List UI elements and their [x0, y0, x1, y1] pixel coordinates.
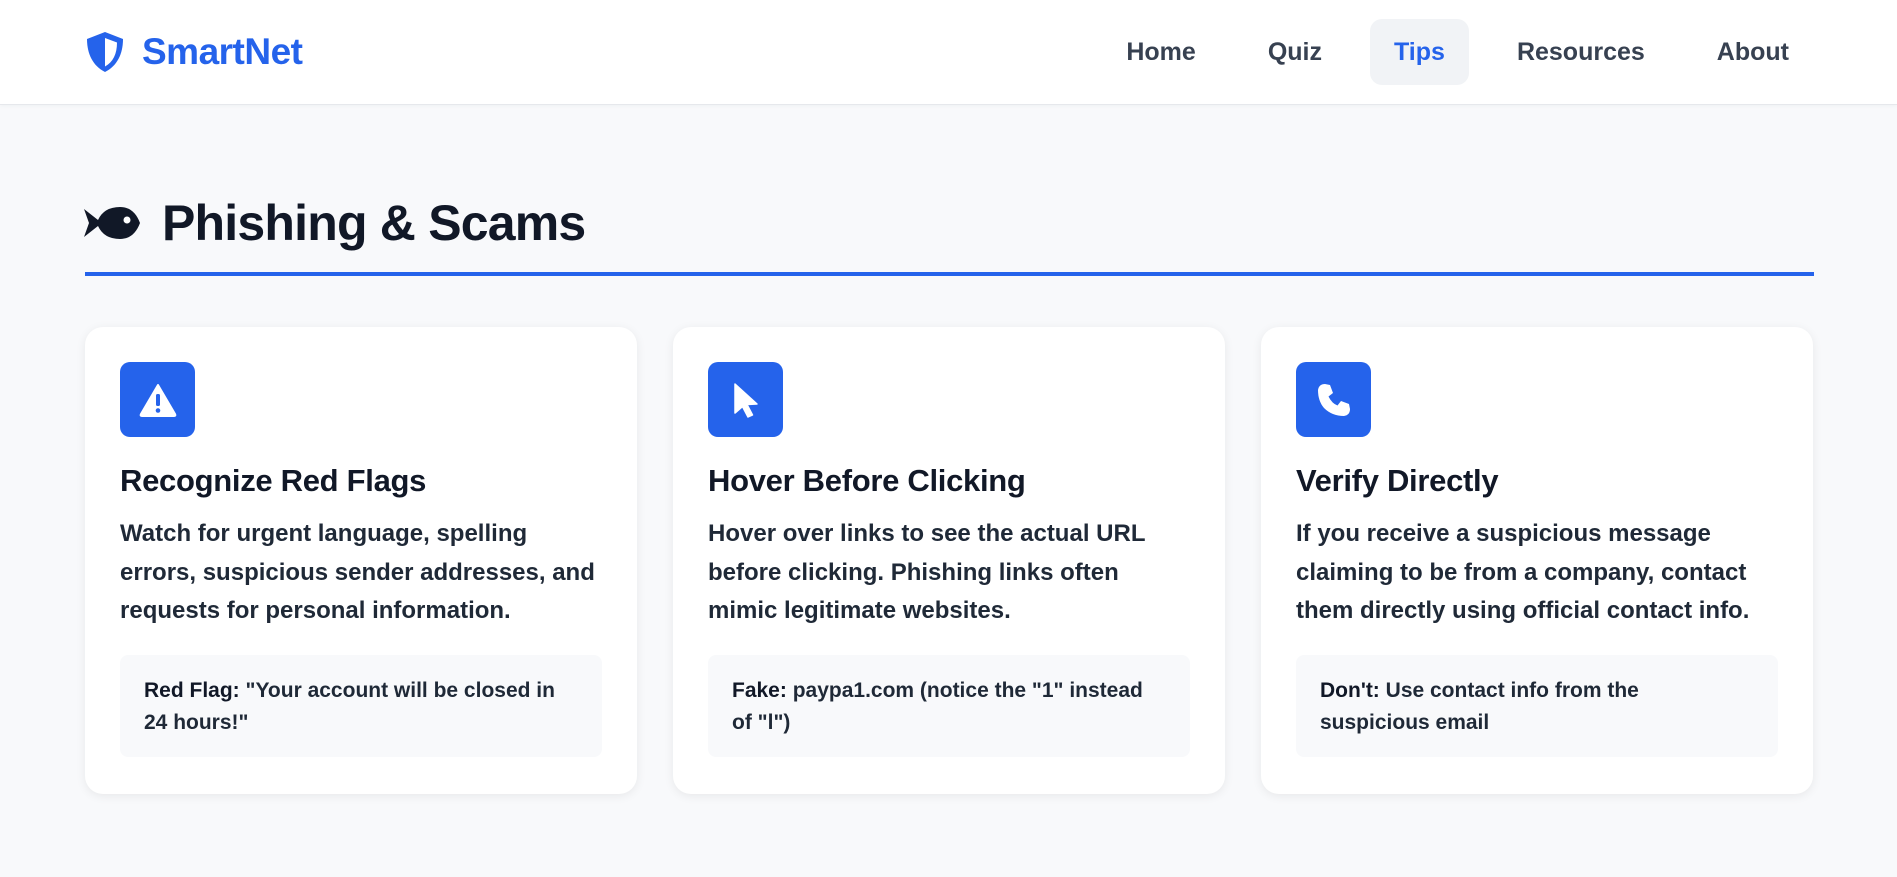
- card-description: Watch for urgent language, spelling erro…: [120, 520, 595, 624]
- nav-link-about[interactable]: About: [1693, 19, 1813, 85]
- nav-link-tips[interactable]: Tips: [1369, 19, 1469, 85]
- card-title: Recognize Red Flags: [120, 463, 427, 498]
- tip-card-hover-links: Hover Before Clicking Hover over links t…: [673, 327, 1225, 794]
- top-navbar: SmartNet Home Quiz Tips Resources About: [0, 0, 1897, 105]
- card-icon-box: [708, 362, 783, 437]
- example-box: Fake: paypa1.com (notice the "1" instead…: [708, 655, 1190, 757]
- example-box: Don't: Use contact info from the suspici…: [1296, 655, 1778, 757]
- example-text: paypa1.com (notice the "1" instead of "l…: [732, 679, 1143, 734]
- tip-card-verify-directly: Verify Directly If you receive a suspici…: [1261, 327, 1813, 794]
- card-description: Hover over links to see the actual URL b…: [708, 520, 1146, 624]
- mouse-pointer-icon: [733, 382, 758, 418]
- card-title: Hover Before Clicking: [708, 463, 1026, 498]
- nav-link-resources[interactable]: Resources: [1493, 19, 1669, 85]
- fish-icon: [84, 207, 140, 239]
- example-label: Fake:: [732, 679, 787, 702]
- nav-link-quiz[interactable]: Quiz: [1244, 19, 1346, 85]
- main-nav: Home Quiz Tips Resources About: [1078, 19, 1813, 85]
- section-divider: [85, 272, 1814, 276]
- example-label: Don't:: [1320, 679, 1380, 702]
- example-label: Red Flag:: [144, 679, 240, 702]
- section-header: Phishing & Scams: [84, 188, 586, 258]
- nav-link-home[interactable]: Home: [1102, 19, 1219, 85]
- card-icon-box: [1296, 362, 1371, 437]
- warning-triangle-icon: [139, 383, 176, 417]
- brand-name: SmartNet: [142, 31, 303, 72]
- card-icon-box: [120, 362, 195, 437]
- tips-card-grid: Recognize Red Flags Watch for urgent lan…: [85, 327, 1814, 794]
- card-title: Verify Directly: [1296, 463, 1499, 498]
- phone-icon: [1317, 383, 1350, 416]
- card-description: If you receive a suspicious message clai…: [1296, 520, 1750, 624]
- shield-icon: [87, 32, 123, 72]
- section-title: Phishing & Scams: [162, 195, 586, 251]
- tip-card-red-flags: Recognize Red Flags Watch for urgent lan…: [85, 327, 637, 794]
- example-box: Red Flag: "Your account will be closed i…: [120, 655, 602, 757]
- brand-logo-link[interactable]: SmartNet: [84, 28, 303, 76]
